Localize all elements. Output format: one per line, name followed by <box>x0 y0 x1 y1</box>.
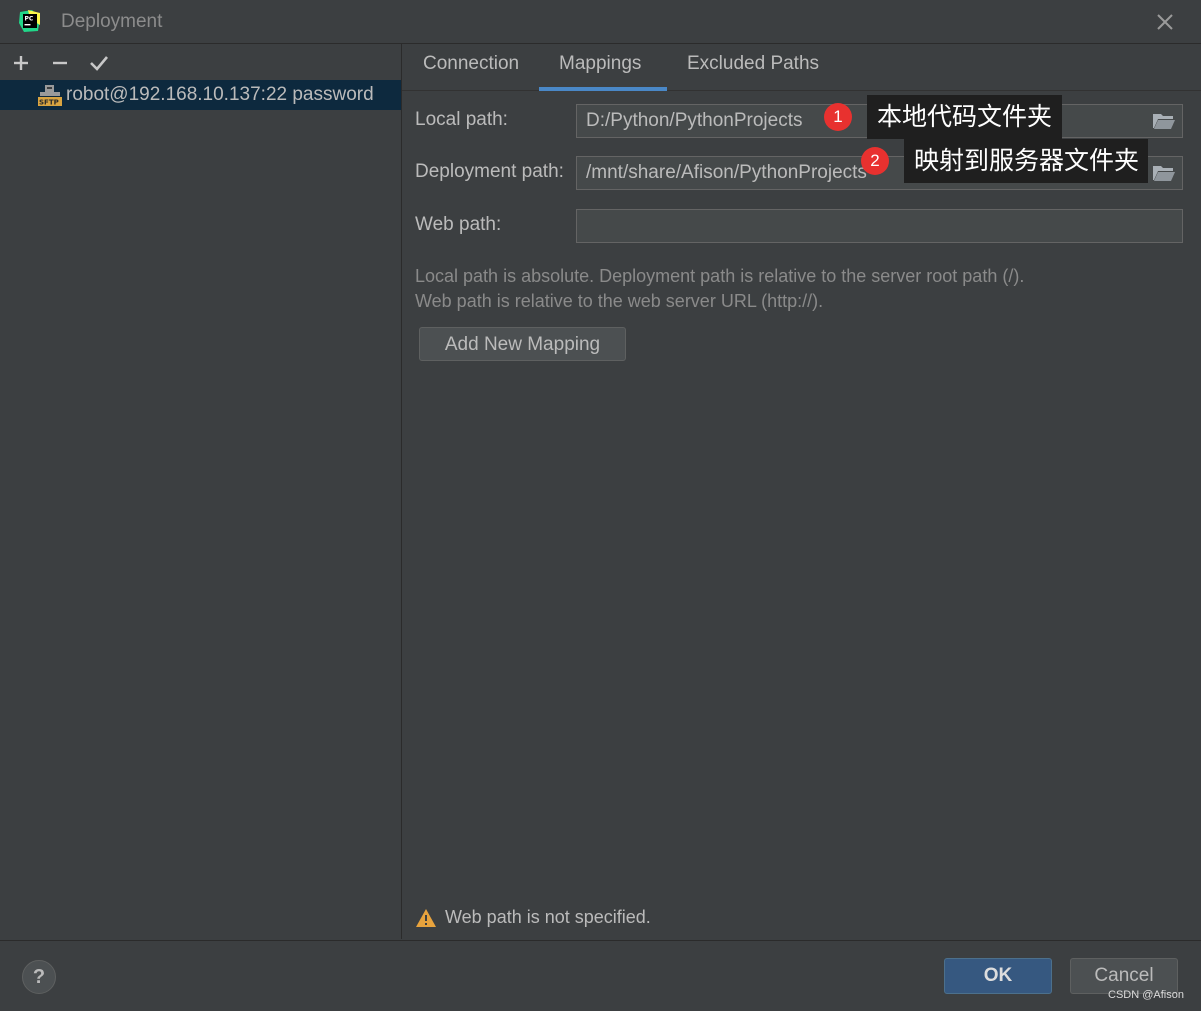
tab-excluded-paths[interactable]: Excluded Paths <box>687 53 819 75</box>
local-path-value: D:/Python/PythonProjects <box>586 110 803 131</box>
folder-open-icon[interactable] <box>1152 111 1176 131</box>
tab-mappings[interactable]: Mappings <box>559 53 641 75</box>
web-path-label: Web path: <box>415 214 502 235</box>
title-bar: PC Deployment <box>0 0 1201 44</box>
warning-icon <box>416 909 436 927</box>
svg-text:SFTP: SFTP <box>39 99 59 107</box>
warning-message: Web path is not specified. <box>445 907 651 927</box>
annotation-callout-1: 本地代码文件夹 <box>867 95 1062 139</box>
dialog-footer: ? OK Cancel CSDN @Afison <box>0 940 1201 1011</box>
local-path-label: Local path: <box>415 109 508 130</box>
folder-open-icon[interactable] <box>1152 163 1176 183</box>
tab-connection[interactable]: Connection <box>423 53 519 75</box>
hint-text-line1: Local path is absolute. Deployment path … <box>415 266 1025 286</box>
annotation-badge-2: 2 <box>861 147 889 175</box>
server-list-panel: SFTP robot@192.168.10.137:22 password <box>0 44 402 939</box>
deployment-path-value: /mnt/share/Afison/PythonProjects <box>586 162 867 183</box>
server-list-item[interactable]: SFTP robot@192.168.10.137:22 password <box>0 80 401 110</box>
check-icon[interactable] <box>88 52 110 74</box>
watermark: CSDN @Afison <box>1108 989 1184 1001</box>
help-button[interactable]: ? <box>22 960 56 994</box>
plus-icon[interactable] <box>10 52 32 74</box>
annotation-callout-2: 映射到服务器文件夹 <box>904 139 1148 183</box>
server-name: robot@192.168.10.137:22 password <box>66 84 374 105</box>
web-path-field[interactable] <box>576 209 1183 243</box>
window-title: Deployment <box>61 11 163 32</box>
pycharm-logo-icon: PC <box>19 10 40 32</box>
tab-bar: Connection Mappings Excluded Paths <box>402 44 1201 91</box>
deployment-path-label: Deployment path: <box>415 161 564 182</box>
add-new-mapping-label: Add New Mapping <box>444 334 601 355</box>
minus-icon[interactable] <box>49 52 71 74</box>
annotation-badge-1: 1 <box>824 103 852 131</box>
hint-text-line2: Web path is relative to the web server U… <box>415 291 824 311</box>
active-tab-indicator <box>539 87 667 91</box>
ok-button[interactable]: OK <box>944 958 1052 994</box>
close-icon[interactable] <box>1151 8 1179 36</box>
add-new-mapping-button[interactable]: Add New Mapping <box>419 327 626 361</box>
sftp-icon: SFTP <box>38 85 62 107</box>
svg-text:PC: PC <box>25 16 34 23</box>
